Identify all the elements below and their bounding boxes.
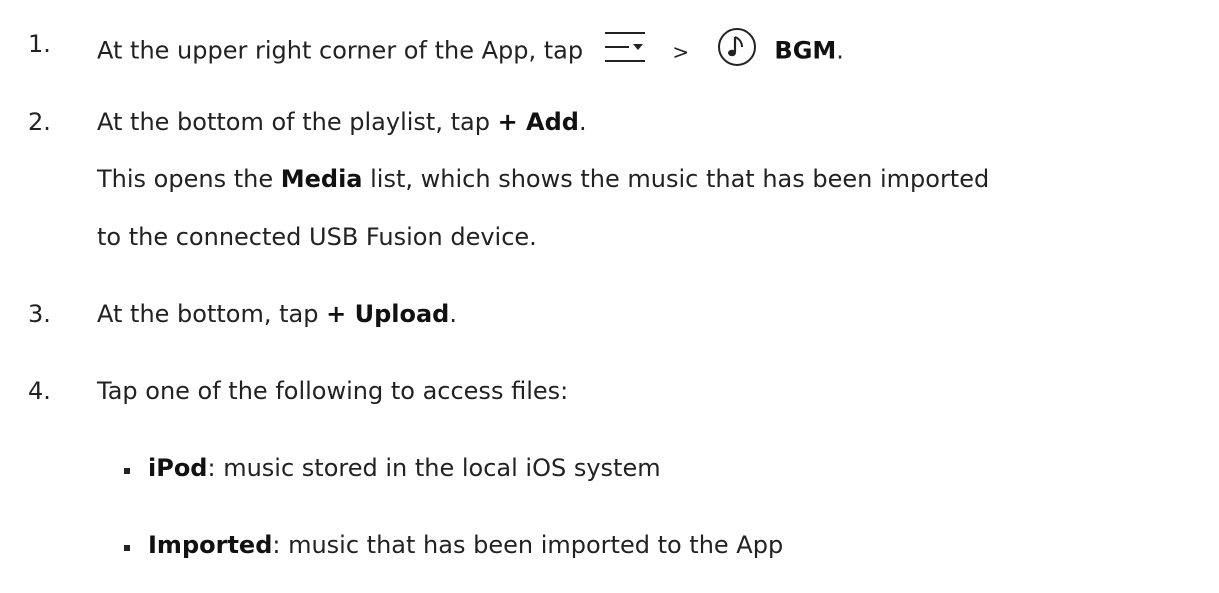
step-text: Tap one of the following to access files… [97, 377, 569, 405]
option-imported: Imported: music that has been imported t… [148, 528, 783, 562]
instructions: 1. At the upper right corner of the App,… [0, 0, 1219, 593]
step-number: 4. [28, 377, 51, 405]
step-text: At the upper right corner of the App, ta… [97, 36, 584, 65]
add-label: + Add [497, 108, 579, 136]
menu-dropdown-icon [603, 27, 647, 76]
step-number: 1. [28, 30, 51, 58]
option-term: iPod [148, 454, 208, 482]
step-2-note-line2: to the connected USB Fusion device. [97, 223, 537, 251]
upload-label: + Upload [326, 300, 450, 328]
step-2-note: This opens the Media list, which shows t… [97, 165, 990, 193]
step-number: 3. [28, 300, 51, 328]
option-ipod: iPod: music stored in the local iOS syst… [148, 451, 661, 485]
bgm-label: BGM [774, 36, 837, 65]
bullet-icon [124, 545, 130, 551]
option-desc: : music stored in the local iOS system [207, 454, 661, 482]
step-text: At the bottom, tap [97, 300, 319, 328]
option-term: Imported [148, 531, 273, 559]
step-text: At the bottom of the playlist, tap [97, 108, 490, 136]
bullet-icon [124, 468, 130, 474]
music-note-icon [717, 27, 757, 76]
option-desc: : music that has been imported to the Ap… [272, 531, 784, 559]
separator: > [672, 39, 690, 64]
step-number: 2. [28, 108, 51, 136]
media-label: Media [280, 165, 363, 193]
